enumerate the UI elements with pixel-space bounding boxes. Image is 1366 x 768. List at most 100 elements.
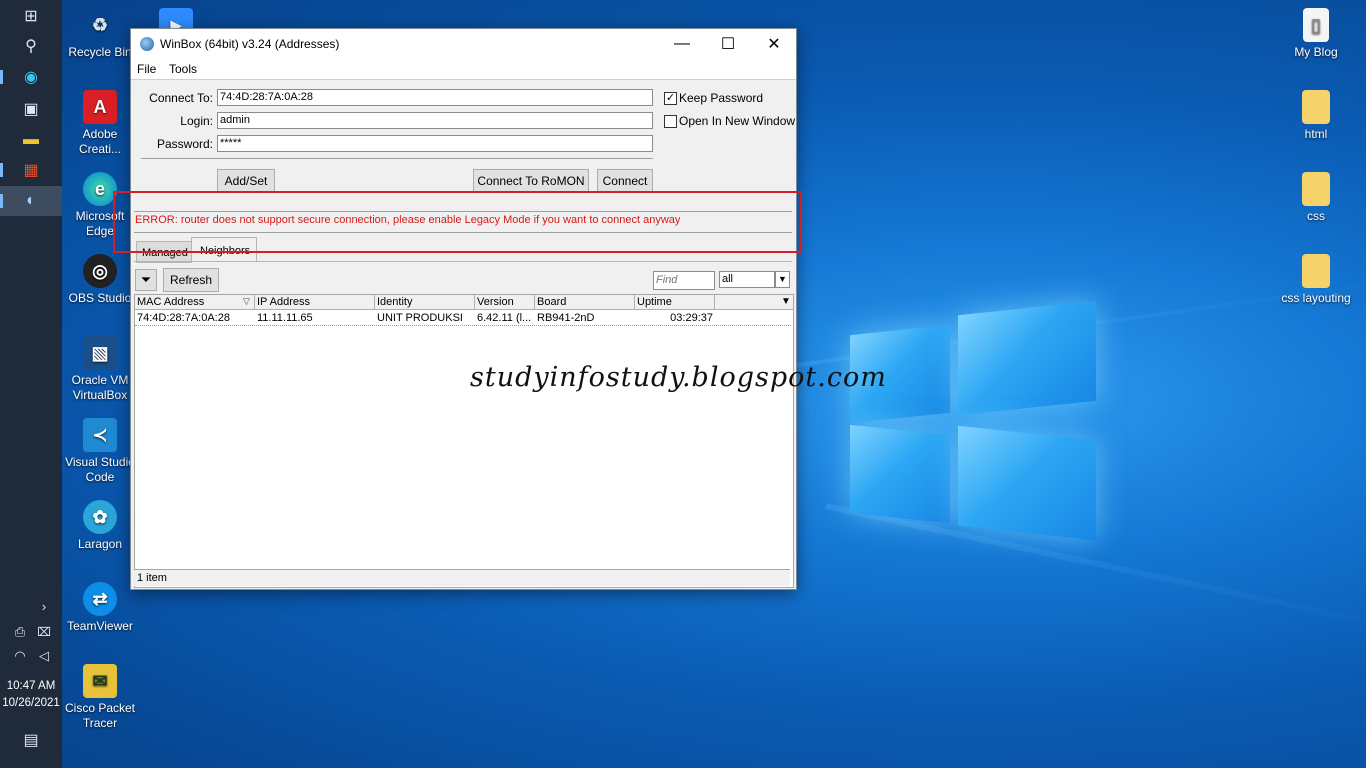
desktop-icon-obs[interactable]: ◎ OBS Studio — [62, 254, 138, 306]
table-row[interactable]: 74:4D:28:7A:0A:28 11.11.11.65 UNIT PRODU… — [135, 311, 791, 326]
desktop-icon-vscode[interactable]: ≺ Visual Studio Code — [62, 418, 138, 485]
packet-tracer-icon: ✉ — [83, 664, 117, 698]
column-header-board[interactable]: Board — [535, 295, 635, 310]
cell-version: 6.42.11 (l... — [477, 312, 532, 324]
notification-icon[interactable]: ▤ — [19, 728, 43, 752]
folder-icon — [1302, 172, 1330, 206]
desktop-icon-recycle-bin[interactable]: ♻ Recycle Bin — [62, 8, 138, 60]
desktop-icon-css[interactable]: css — [1278, 172, 1354, 224]
windows-wallpaper-logo — [848, 298, 1098, 541]
keep-password-checkbox[interactable]: ✓ — [664, 92, 677, 105]
close-button[interactable]: ✕ — [751, 29, 797, 59]
minimize-button[interactable]: — — [659, 29, 705, 59]
open-new-window-label: Open In New Window — [679, 114, 796, 128]
desktop-icon-label: Oracle VM VirtualBox — [71, 373, 129, 402]
desktop-icon-label: Adobe Creati... — [78, 127, 121, 156]
file-explorer-icon[interactable]: ▬ — [19, 128, 43, 152]
chevron-down-icon[interactable]: ▼ — [775, 271, 790, 288]
status-bar: 1 item — [134, 569, 790, 586]
column-header-uptime[interactable]: Uptime — [635, 295, 715, 310]
column-header-ip[interactable]: IP Address — [255, 295, 375, 310]
cell-uptime: 03:29:37 — [670, 312, 713, 324]
desktop-icon-css-layouting[interactable]: css layouting — [1278, 254, 1354, 306]
cell-ip: 11.11.11.65 — [257, 312, 313, 324]
desktop-icon-label: Cisco Packet Tracer — [64, 701, 136, 730]
refresh-button[interactable]: Refresh — [163, 268, 219, 292]
login-label: Login: — [180, 114, 213, 128]
edge-icon[interactable]: ◉ — [19, 65, 43, 89]
search-icon[interactable]: ⚲ — [19, 34, 43, 58]
winbox-icon[interactable]: ◐ — [19, 189, 43, 213]
clock-time[interactable]: 10:47 AM — [0, 678, 62, 695]
taskbar-running-indicator — [0, 194, 3, 208]
window-title: WinBox (64bit) v3.24 (Addresses) — [160, 37, 340, 51]
connect-to-label: Connect To: — [149, 91, 213, 105]
password-label: Password: — [156, 137, 213, 151]
obs-icon: ◎ — [83, 254, 117, 288]
keep-password-label: Keep Password — [679, 91, 764, 105]
desktop-icon-packet-tracer[interactable]: ✉ Cisco Packet Tracer — [62, 664, 138, 731]
office-icon[interactable]: ▦ — [19, 158, 43, 182]
laragon-icon: ✿ — [83, 500, 117, 534]
winbox-window: WinBox (64bit) v3.24 (Addresses) — ☐ ✕ F… — [130, 28, 797, 590]
desktop-icon-label: TeamViewer — [67, 619, 133, 633]
volume-icon[interactable]: ◁ — [32, 644, 56, 668]
desktop-icon-label: Recycle Bin — [68, 45, 132, 59]
column-header-mac[interactable]: MAC Address — [135, 295, 255, 310]
adobe-creative-cloud-icon: A — [83, 90, 117, 124]
virtualbox-icon: ▧ — [83, 336, 117, 370]
divider — [131, 79, 796, 80]
taskbar-running-indicator — [0, 163, 3, 177]
wifi-icon[interactable]: ◠ — [8, 644, 32, 668]
filter-button[interactable]: ⏷ — [135, 269, 157, 291]
password-input[interactable]: ***** — [217, 135, 653, 152]
folder-icon — [1302, 254, 1330, 288]
title-bar[interactable]: WinBox (64bit) v3.24 (Addresses) — ☐ ✕ — [131, 29, 796, 59]
taskbar-running-indicator — [0, 70, 3, 84]
desktop-icon-label: Visual Studio Code — [65, 455, 135, 484]
filter-select[interactable]: all — [719, 271, 775, 288]
open-new-window-checkbox[interactable] — [664, 115, 677, 128]
windows-start-icon[interactable]: ⊞ — [19, 4, 43, 28]
divider — [141, 158, 653, 159]
maximize-button[interactable]: ☐ — [705, 29, 751, 59]
desktop-icon-adobe[interactable]: A Adobe Creati... — [62, 90, 138, 157]
divider — [134, 261, 792, 262]
desktop-icon-label: css layouting — [1281, 291, 1351, 305]
recycle-bin-icon: ♻ — [91, 14, 109, 35]
teamviewer-icon: ⇄ — [83, 582, 117, 616]
menu-file[interactable]: File — [137, 62, 156, 76]
desktop-icon-html[interactable]: html — [1278, 90, 1354, 142]
desktop-icon-teamviewer[interactable]: ⇄ TeamViewer — [62, 582, 138, 634]
menu-tools[interactable]: Tools — [169, 62, 197, 76]
folder-icon — [1302, 90, 1330, 124]
cell-board: RB941-2nD — [537, 312, 595, 324]
sort-icon: ▽ — [243, 296, 250, 306]
desktop-icon-laragon[interactable]: ✿ Laragon — [62, 500, 138, 552]
desktop-icon-label: My Blog — [1294, 45, 1338, 59]
chevron-up-icon[interactable]: › — [32, 594, 56, 618]
cell-mac: 74:4D:28:7A:0A:28 — [137, 312, 230, 324]
meet-now-icon[interactable]: ⎙ — [8, 620, 32, 644]
connect-to-romon-button[interactable]: Connect To RoMON — [473, 169, 589, 193]
find-input[interactable] — [653, 271, 715, 290]
cell-identity: UNIT PRODUKSI — [377, 312, 463, 324]
clock-date[interactable]: 10/26/2021 — [0, 695, 62, 712]
desktop-icon-virtualbox[interactable]: ▧ Oracle VM VirtualBox — [62, 336, 138, 403]
desktop-icon-my-blog[interactable]: ▯ My Blog — [1278, 8, 1354, 60]
desktop-icon-label: Laragon — [77, 537, 123, 551]
neighbors-table: MAC Address ▽ IP Address Identity Versio… — [134, 294, 794, 588]
taskbar: ⊞ ⚲ ◉ ▣ ▬ ▦ ◐ › ⎙ ⌧ ◠ ◁ 10:47 AM 10/26/2… — [0, 0, 62, 768]
column-header-identity[interactable]: Identity — [375, 295, 475, 310]
desktop-icon-label: css — [1307, 209, 1325, 223]
add-set-button[interactable]: Add/Set — [217, 169, 275, 193]
login-input[interactable]: admin — [217, 112, 653, 129]
vscode-icon: ≺ — [83, 418, 117, 452]
column-menu-icon[interactable]: ▼ — [781, 296, 791, 307]
store-icon[interactable]: ▣ — [19, 97, 43, 121]
connect-button[interactable]: Connect — [597, 169, 653, 193]
connect-to-input[interactable]: 74:4D:28:7A:0A:28 — [217, 89, 653, 106]
desktop-icon-label: OBS Studio — [68, 291, 132, 305]
network-adapter-icon[interactable]: ⌧ — [32, 620, 56, 644]
column-header-version[interactable]: Version — [475, 295, 535, 310]
